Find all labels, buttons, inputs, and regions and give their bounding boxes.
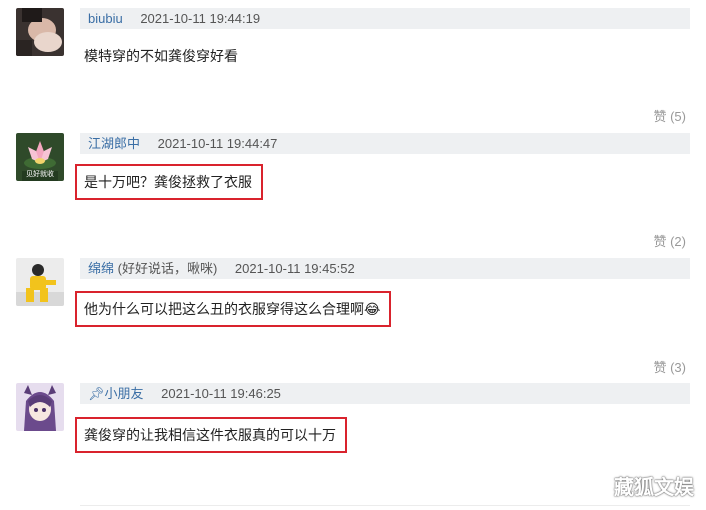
username-link[interactable]: 小朋友 bbox=[105, 386, 144, 401]
comment-time: 2021-10-11 19:44:19 bbox=[140, 11, 261, 26]
avatar[interactable] bbox=[16, 258, 64, 306]
comment-meta: 📌︎小朋友 2021-10-11 19:46:25 bbox=[80, 383, 690, 404]
username-link[interactable]: 绵绵 bbox=[88, 261, 114, 276]
watermark: 藏狐文娱 bbox=[614, 475, 694, 499]
comment-meta: 绵绵 (好好说话，啾咪) 2021-10-11 19:45:52 bbox=[80, 258, 690, 279]
like-button[interactable]: 赞 (5) bbox=[653, 106, 686, 125]
avatar[interactable] bbox=[16, 383, 64, 431]
pin-icon: 📌︎ bbox=[88, 386, 105, 401]
comment-time: 2021-10-11 19:44:47 bbox=[157, 136, 278, 151]
comment-time: 2021-10-11 19:46:25 bbox=[161, 386, 281, 401]
comment-text-highlighted: 他为什么可以把这么丑的衣服穿得这么合理啊😂 bbox=[75, 291, 392, 327]
avatar[interactable]: 见好就收 bbox=[16, 133, 64, 181]
comment-time: 2021-10-11 19:45:52 bbox=[234, 261, 355, 276]
username-note: (好好说话，啾咪) bbox=[114, 261, 218, 276]
like-button[interactable]: 赞 (3) bbox=[653, 357, 686, 376]
comment-meta: biubiu 2021-10-11 19:44:19 bbox=[80, 8, 690, 29]
like-button[interactable]: 赞 (2) bbox=[653, 231, 686, 250]
avatar-caption: 见好就收 bbox=[26, 171, 54, 178]
divider bbox=[80, 505, 690, 506]
comment-meta: 江湖郎中 2021-10-11 19:44:47 bbox=[80, 133, 690, 154]
username-link[interactable]: 江湖郎中 bbox=[88, 136, 140, 151]
avatar[interactable] bbox=[16, 8, 64, 56]
username-link[interactable]: biubiu bbox=[88, 11, 123, 26]
comment-text-highlighted: 龚俊穿的让我相信这件衣服真的可以十万 bbox=[75, 417, 347, 453]
comment-text-highlighted: 是十万吧？龚俊拯救了衣服 bbox=[75, 164, 263, 200]
comment-text: 模特穿的不如龚俊穿好看 bbox=[84, 48, 238, 64]
